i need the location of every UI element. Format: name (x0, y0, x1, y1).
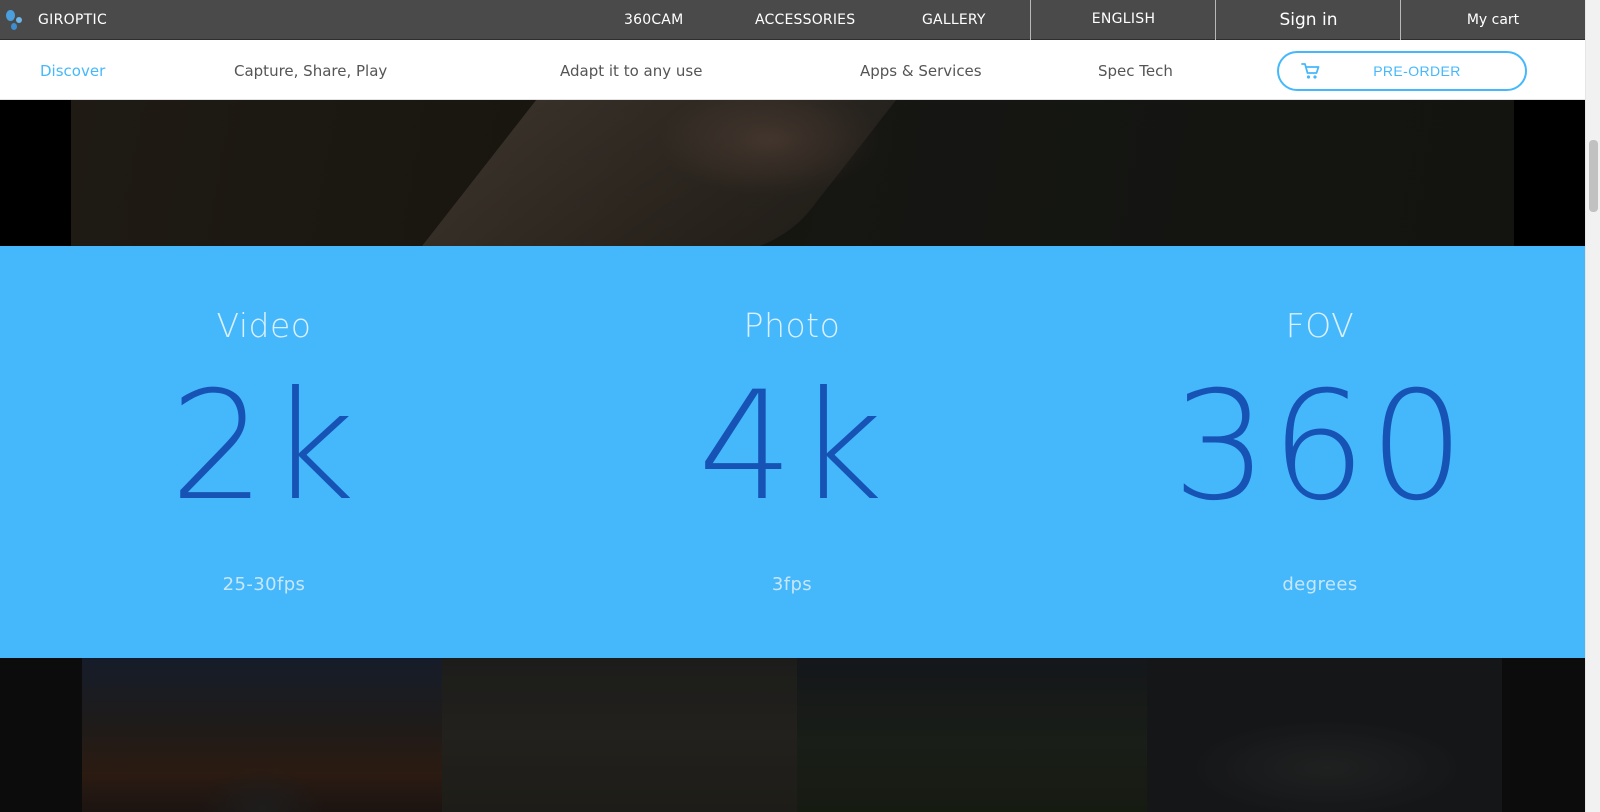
panorama-gallery (0, 658, 1585, 812)
subnav-capture-share-play[interactable]: Capture, Share, Play (234, 40, 387, 100)
panorama-thumbnail[interactable] (442, 658, 797, 812)
nav-gallery[interactable]: GALLERY (922, 0, 986, 40)
top-bar: GIROPTIC 360CAM ACCESSORIES GALLERY ENGL… (0, 0, 1585, 40)
nav-360cam[interactable]: 360CAM (624, 0, 683, 40)
pre-order-button[interactable]: PRE-ORDER (1277, 51, 1527, 91)
spec-title: Video (216, 306, 312, 345)
spec-video: Video 2k 25-30fps (0, 246, 528, 658)
spec-unit: 3fps (771, 574, 813, 595)
spec-unit: 25-30fps (222, 574, 306, 595)
sign-in-link[interactable]: Sign in (1215, 0, 1401, 40)
section-nav: Discover Capture, Share, Play Adapt it t… (0, 40, 1585, 100)
subnav-discover[interactable]: Discover (40, 40, 105, 100)
brand-logo[interactable]: GIROPTIC (4, 0, 107, 40)
subnav-adapt-it-to-any-use[interactable]: Adapt it to any use (560, 40, 702, 100)
panorama-thumbnail[interactable] (1147, 658, 1502, 812)
subnav-apps-services[interactable]: Apps & Services (860, 40, 982, 100)
spec-value: 2k (169, 360, 359, 534)
spec-fov: FOV 360 degrees (1056, 246, 1584, 658)
language-selector[interactable]: ENGLISH (1030, 0, 1216, 40)
page-scrollbar[interactable] (1585, 0, 1600, 812)
scrollbar-thumb[interactable] (1589, 140, 1598, 212)
spec-value: 4k (697, 360, 887, 534)
panorama-thumbnail[interactable] (82, 658, 442, 812)
brand-name: GIROPTIC (38, 12, 108, 28)
my-cart-link[interactable]: My cart (1400, 0, 1585, 40)
hero-image-strip (0, 100, 1585, 246)
subnav-spec-tech[interactable]: Spec Tech (1098, 40, 1173, 100)
spec-title: Photo (743, 306, 841, 345)
hero-photo-hand (418, 100, 944, 246)
hero-photo (71, 100, 1514, 246)
spec-photo: Photo 4k 3fps (528, 246, 1056, 658)
spec-value: 360 (1172, 360, 1468, 534)
pre-order-label: PRE-ORDER (1373, 63, 1461, 79)
specs-band: Video 2k 25-30fps Photo 4k 3fps FOV 360 … (0, 246, 1585, 658)
spec-title: FOV (1285, 306, 1355, 345)
nav-accessories[interactable]: ACCESSORIES (755, 0, 855, 40)
panorama-thumbnail[interactable] (797, 658, 1147, 812)
spec-unit: degrees (1282, 574, 1358, 595)
giroptic-logo-icon (4, 6, 32, 34)
